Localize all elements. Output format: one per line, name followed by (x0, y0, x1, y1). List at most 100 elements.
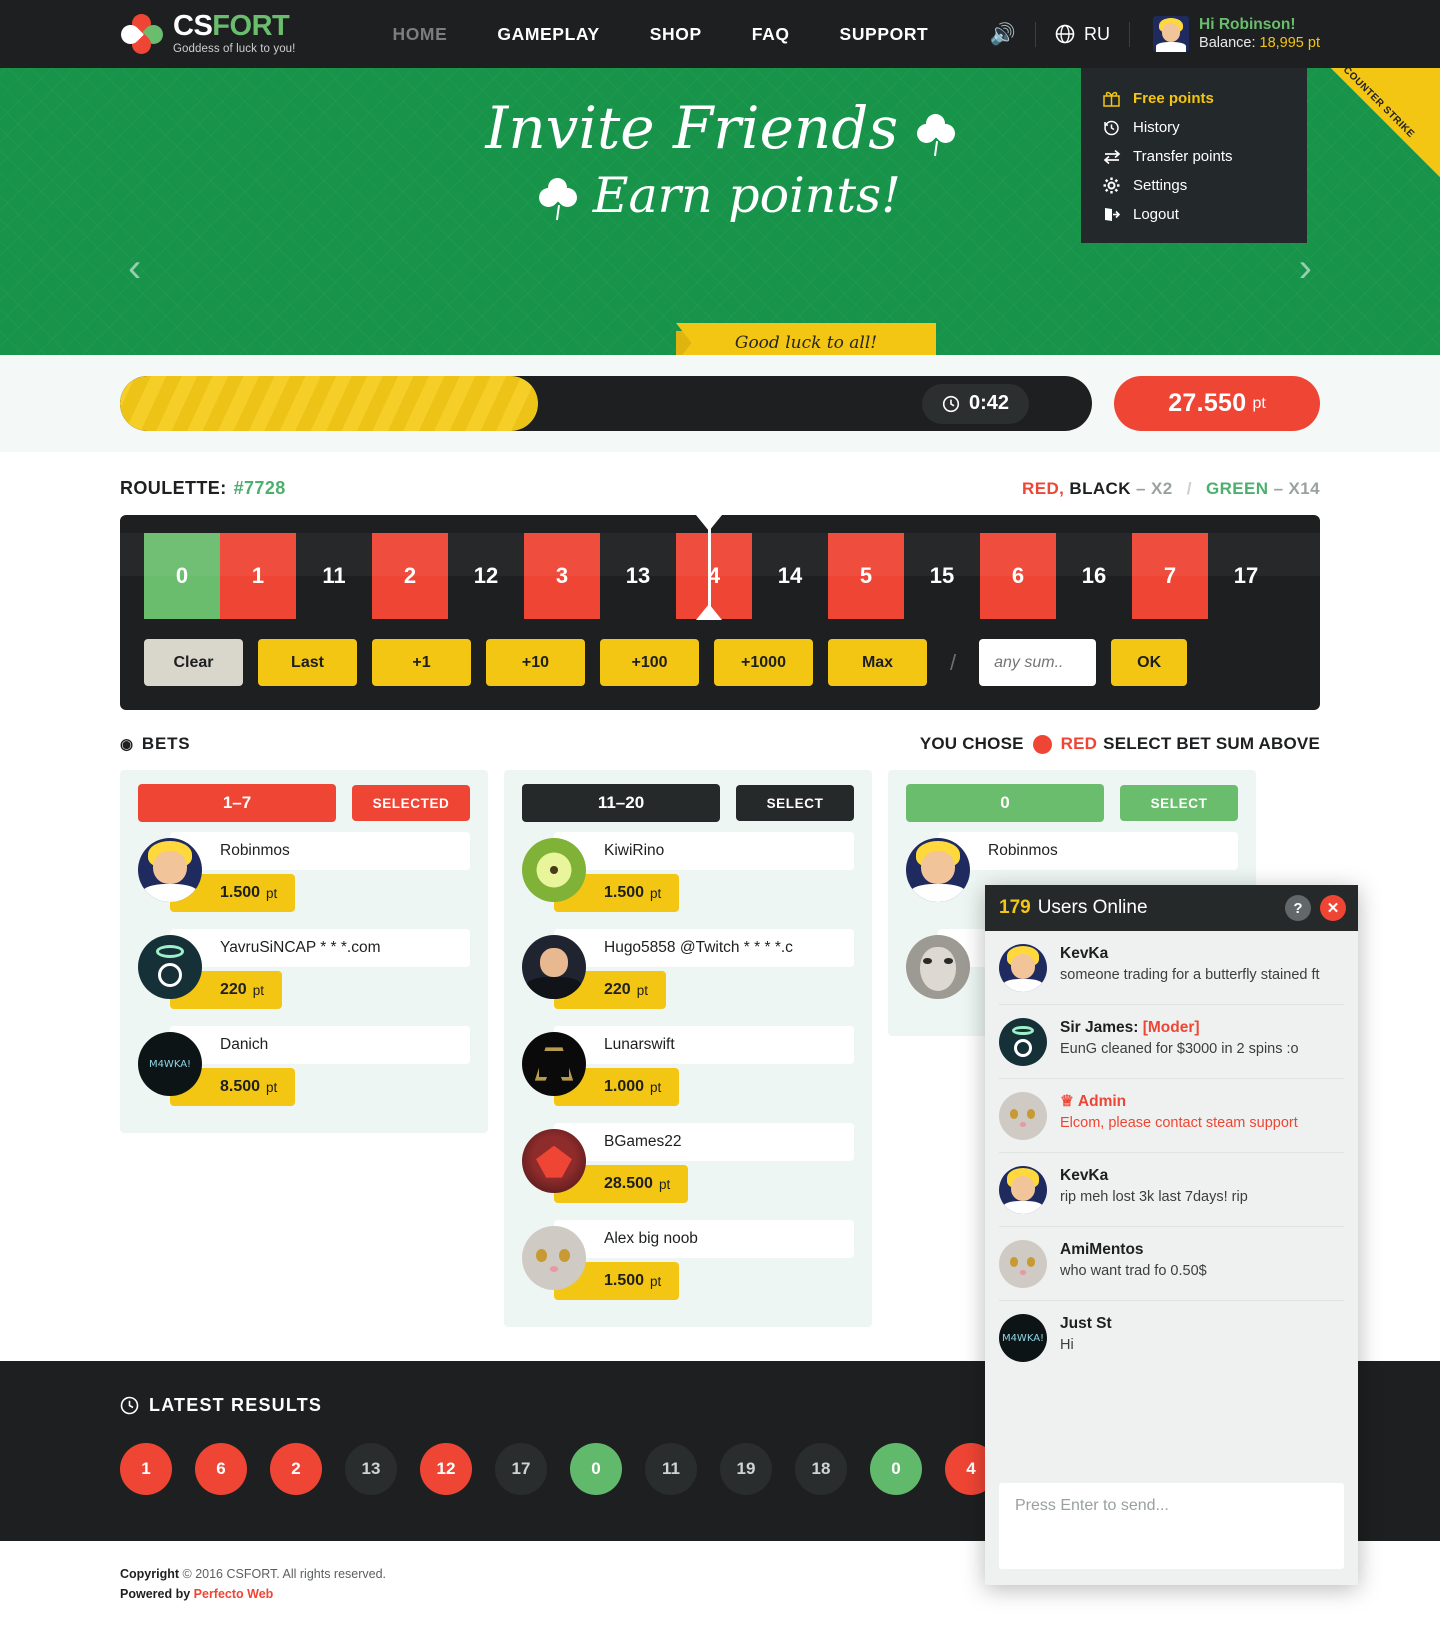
wheel-cell-0[interactable]: 0 (144, 533, 220, 619)
user-greeting: Hi Robinson! (1199, 15, 1296, 33)
chosen-bet-hint: YOU CHOSE RED SELECT BET SUM ABOVE (919, 734, 1320, 754)
bet-row: Lunarswift 1.000 pt (522, 1026, 854, 1113)
chat-message-list[interactable]: KevKa someone trading for a butterfly sta… (985, 931, 1358, 1475)
menu-item-logout[interactable]: Logout (1081, 200, 1307, 229)
menu-item-free-points[interactable]: Free points (1081, 84, 1307, 113)
wheel-cell-7[interactable]: 7 (1132, 533, 1208, 619)
wheel-cell-6[interactable]: 6 (980, 533, 1056, 619)
wheel-cell-12[interactable]: 12 (448, 533, 524, 619)
separator: / (950, 649, 957, 675)
wheel-cell-11[interactable]: 11 (296, 533, 372, 619)
bet-select-button[interactable]: SELECT (736, 785, 854, 821)
banner-next-arrow[interactable]: › (1299, 246, 1312, 291)
bettor-name: Robinmos (938, 832, 1238, 870)
banner-prev-arrow[interactable]: ‹ (128, 246, 141, 291)
help-button[interactable]: ? (1285, 895, 1311, 921)
wheel-cell-16[interactable]: 16 (1056, 533, 1132, 619)
nav-item-shop[interactable]: SHOP (625, 24, 727, 45)
max-button[interactable]: Max (828, 639, 927, 686)
bet-row: M4WKA! Danich 8.500 pt (138, 1026, 470, 1113)
wheel-cell-5[interactable]: 5 (828, 533, 904, 619)
close-icon[interactable]: ✕ (1320, 895, 1346, 921)
menu-item-label: Transfer points (1133, 148, 1233, 165)
chat-input[interactable]: Press Enter to send... (999, 1483, 1344, 1569)
menu-item-history[interactable]: History (1081, 113, 1307, 142)
red-dot-icon (1032, 734, 1052, 754)
progress-bar-fill (120, 376, 538, 431)
ok-button[interactable]: OK (1111, 639, 1188, 686)
chat-username: AmiMentos (1060, 1241, 1144, 1258)
nav-item-home[interactable]: HOME (367, 24, 472, 45)
banner-ribbon: Good luck to all! (676, 323, 936, 355)
bettor-name: Robinmos (170, 832, 470, 870)
wheel-cell-13[interactable]: 13 (600, 533, 676, 619)
bet-range-tab[interactable]: 11–20 (522, 784, 720, 822)
wheel-cell-3[interactable]: 3 (524, 533, 600, 619)
avatar (1153, 16, 1190, 52)
pot-unit: pt (1252, 394, 1266, 412)
menu-item-settings[interactable]: Settings (1081, 171, 1307, 200)
chat-text: Elcom, please contact steam support (1060, 1114, 1298, 1131)
result-ball: 0 (870, 1443, 922, 1495)
menu-item-label: Settings (1133, 177, 1188, 194)
chat-username: Sir James: [Moder] (1060, 1019, 1200, 1036)
chat-text: rip meh lost 3k last 7days! rip (1060, 1188, 1248, 1205)
bet-select-button[interactable]: SELECTED (352, 785, 470, 821)
add-1000-button[interactable]: +1000 (714, 639, 813, 686)
chat-panel: 179 Users Online ? ✕ KevKa someone tradin… (985, 885, 1358, 1585)
nav-item-gameplay[interactable]: GAMEPLAY (472, 24, 624, 45)
bet-column-1–7: 1–7 SELECTED Robinmos 1.500 pt YavruSiNCAP * … (120, 770, 488, 1133)
bets-header: ◉ BETS YOU CHOSE RED SELECT BET SUM ABOV… (0, 710, 1440, 754)
bettor-name: KiwiRino (554, 832, 854, 870)
pot-total: 27.550 pt (1114, 376, 1320, 431)
gift-icon (1103, 90, 1133, 107)
logout-icon (1103, 206, 1133, 223)
wheel-cell-15[interactable]: 15 (904, 533, 980, 619)
avatar: M4WKA! (138, 1032, 202, 1096)
bet-controls: Clear Last +1 +10 +100 +1000 Max / OK (120, 619, 1320, 710)
chat-header: 179 Users Online ? ✕ (985, 885, 1358, 931)
wheel-cell-2[interactable]: 2 (372, 533, 448, 619)
wheel-cell-14[interactable]: 14 (752, 533, 828, 619)
clover-icon (912, 110, 959, 157)
logo[interactable]: CSFORT Goddess of luck to you! (117, 10, 296, 58)
wheel-cell-17[interactable]: 17 (1208, 533, 1284, 619)
menu-item-label: History (1133, 119, 1180, 136)
nav-item-faq[interactable]: FAQ (727, 24, 815, 45)
bet-row: Hugo5858 @Twitch * * * *.c 220 pt (522, 929, 854, 1016)
avatar (522, 1226, 586, 1290)
wheel-pointer-bottom-icon (696, 604, 722, 620)
result-ball: 19 (720, 1443, 772, 1495)
chat-username: KevKa (1060, 945, 1109, 962)
add-1-button[interactable]: +1 (372, 639, 471, 686)
last-button[interactable]: Last (258, 639, 357, 686)
bet-range-tab[interactable]: 1–7 (138, 784, 336, 822)
avatar: M4WKA! (999, 1314, 1047, 1362)
avatar (999, 1166, 1047, 1214)
logo-name: CSFORT (173, 10, 290, 43)
nav-item-support[interactable]: SUPPORT (815, 24, 954, 45)
bet-select-button[interactable]: SELECT (1120, 785, 1238, 821)
add-100-button[interactable]: +100 (600, 639, 699, 686)
menu-item-label: Logout (1133, 206, 1179, 223)
sound-icon[interactable]: 🔊 (990, 24, 1016, 45)
bet-row: Robinmos 1.500 pt (138, 832, 470, 919)
wheel-cell-1[interactable]: 1 (220, 533, 296, 619)
bet-sum-input[interactable] (979, 639, 1097, 686)
bettor-name: YavruSiNCAP * * *.com (170, 929, 470, 967)
bet-range-tab[interactable]: 0 (906, 784, 1104, 822)
bettor-name: Hugo5858 @Twitch * * * *.c (554, 929, 854, 967)
chat-message: M4WKA! Just St Hi (999, 1301, 1344, 1374)
language-selector[interactable]: RU (1055, 24, 1110, 45)
add-10-button[interactable]: +10 (486, 639, 585, 686)
logo-tagline: Goddess of luck to you! (173, 43, 296, 56)
result-ball: 11 (645, 1443, 697, 1495)
bet-row: Alex big noob 1.500 pt (522, 1220, 854, 1307)
chat-text: Hi (1060, 1336, 1074, 1353)
menu-item-transfer-points[interactable]: Transfer points (1081, 142, 1307, 171)
globe-icon (1055, 24, 1075, 44)
user-menu-trigger[interactable]: Hi Robinson! Balance: 18,995 pt (1153, 15, 1320, 53)
bet-row: YavruSiNCAP * * *.com 220 pt (138, 929, 470, 1016)
transfer-icon (1103, 148, 1133, 165)
clear-button[interactable]: Clear (144, 639, 243, 686)
